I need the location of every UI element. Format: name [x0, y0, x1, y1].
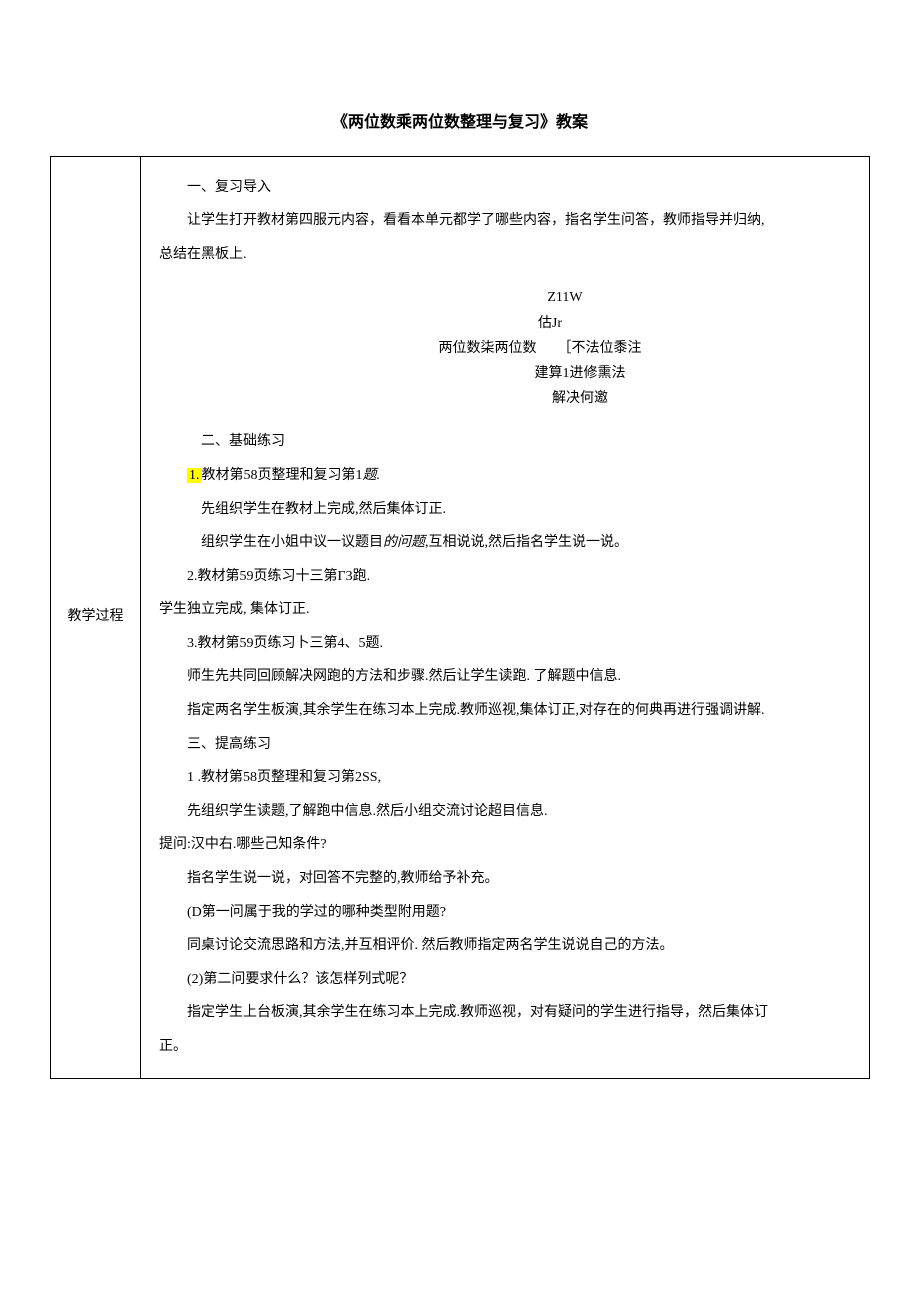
- lesson-plan-table: 教学过程 一、复习导入 让学生打开教材第四服元内容，看看本单元都学了哪些内容，指…: [50, 156, 870, 1079]
- diagram-text: 解决何邀: [309, 386, 851, 411]
- text: 互相说说,然后指名学生说一说。: [429, 535, 629, 550]
- paragraph: 让学生打开教材第四服元内容，看看本单元都学了哪些内容，指名学生问答，教师指导并归…: [159, 204, 851, 238]
- exercise-item: 1 .教材第58页整理和复习第2SS,: [159, 761, 851, 795]
- text: 教材第58页整理和复习第1: [202, 468, 363, 483]
- paragraph: 指定学生上台板演,其余学生在练习本上完成.教师巡视，对有疑问的学生进行指导，然后…: [159, 996, 851, 1030]
- paragraph: 总结在黑板上.: [159, 238, 851, 272]
- exercise-item: 2.教材第59页练习十三第Γ3跑.: [159, 560, 851, 594]
- paragraph: 指定两名学生板演,其余学生在练习本上完成.教师巡视,集体订正,对存在的何典再进行…: [159, 694, 851, 728]
- section-heading-3: 三、提高练习: [159, 728, 851, 762]
- content-cell: 一、复习导入 让学生打开教材第四服元内容，看看本单元都学了哪些内容，指名学生问答…: [141, 156, 870, 1078]
- paragraph: 指名学生说一说，对回答不完整的,教师给予补充。: [159, 862, 851, 896]
- italic-text: 的问题,: [383, 535, 429, 550]
- highlighted-number: 1.: [187, 468, 202, 483]
- diagram-text: 两位数柒两位数 ［不法位黍注: [229, 336, 851, 361]
- paragraph: 先组织学生读题,了解跑中信息.然后小组交流讨论超目信息.: [159, 795, 851, 829]
- paragraph: 提问:汉中右.哪些己知条件?: [159, 828, 851, 862]
- row-label: 教学过程: [68, 609, 124, 624]
- question-item: (2)第二问要求什么？该怎样列式呢？: [159, 963, 851, 997]
- tree-diagram: Z11W 估Jr 两位数柒两位数 ［不法位黍注 建算1进修熏法 解决何邀: [159, 285, 851, 411]
- section-heading-2: 二、基础练习: [159, 425, 851, 459]
- paragraph: 组织学生在小姐中议一议题目的问题,互相说说,然后指名学生说一说。: [159, 526, 851, 560]
- diagram-text: Z11W: [279, 285, 851, 310]
- diagram-text: 建算1进修熏法: [309, 361, 851, 386]
- paragraph: 师生先共同回顾解决网跑的方法和步骤.然后让学生读跑. 了解题中信息.: [159, 660, 851, 694]
- text: 组织学生在小姐中议一议题目: [201, 535, 383, 550]
- paragraph: 正。: [159, 1030, 851, 1064]
- paragraph: 先组织学生在教材上完成,然后集体订正.: [159, 493, 851, 527]
- document-title: 《两位数乘两位数整理与复习》教案: [50, 110, 870, 136]
- exercise-item: 1.教材第58页整理和复习第1题.: [159, 459, 851, 493]
- section-heading-1: 一、复习导入: [159, 171, 851, 205]
- italic-text: 题.: [363, 468, 381, 483]
- question-item: (D第一问属于我的学过的哪种类型附用题?: [159, 896, 851, 930]
- paragraph: 同桌讨论交流思路和方法,并互相评价. 然后教师指定两名学生说说自己的方法。: [159, 929, 851, 963]
- paragraph: 学生独立完成, 集体订正.: [159, 593, 851, 627]
- exercise-item: 3.教材第59页练习卜三第4、5题.: [159, 627, 851, 661]
- row-label-cell: 教学过程: [51, 156, 141, 1078]
- diagram-text: 估Jr: [249, 311, 851, 336]
